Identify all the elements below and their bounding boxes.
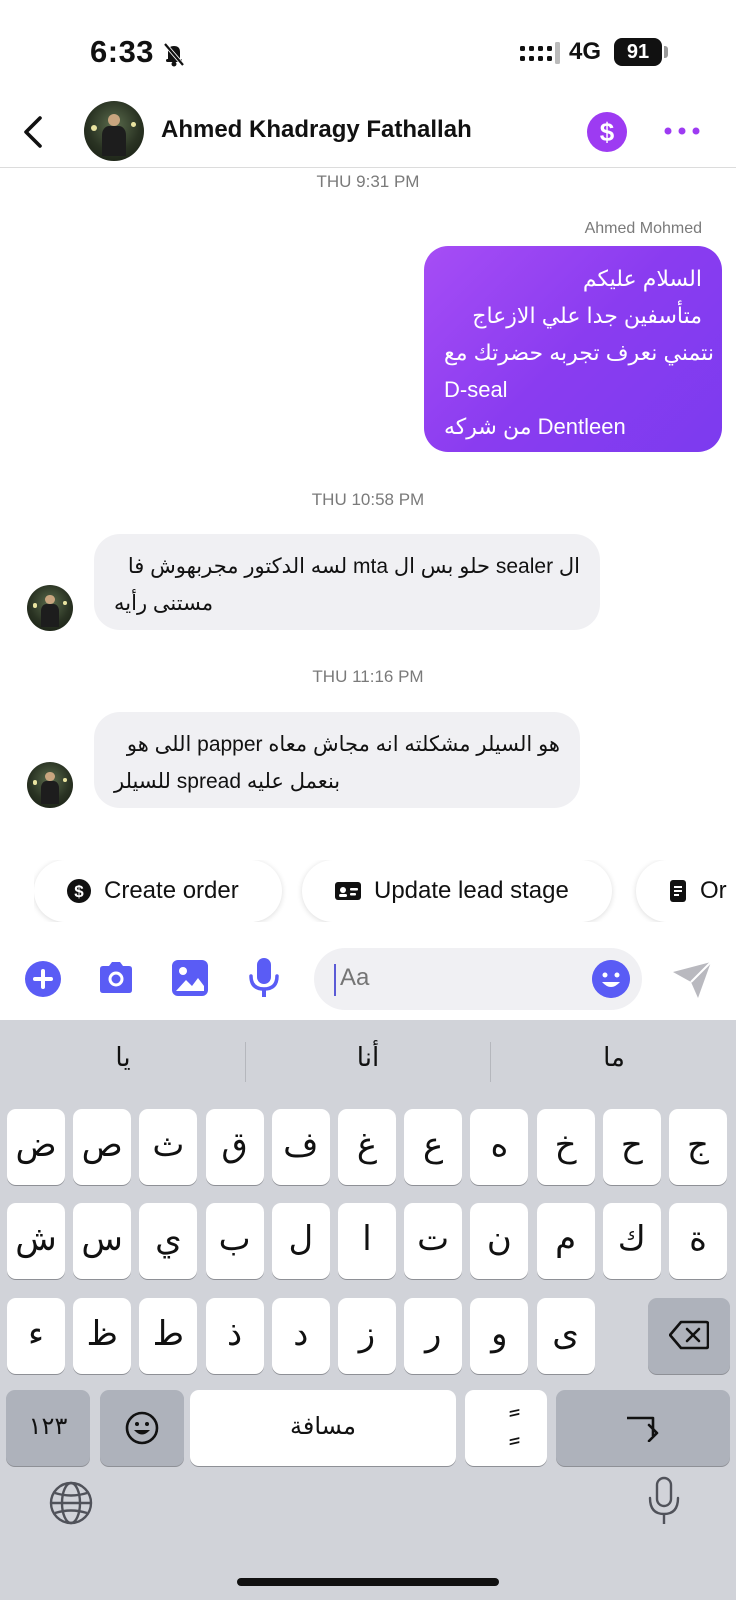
update-lead-stage-chip[interactable]: Update lead stage [302, 860, 612, 922]
message-composer [0, 940, 736, 1020]
message-line: Dentleen من شركه [444, 414, 626, 439]
outgoing-message-bubble[interactable]: السلام عليكم متأسفين جدا علي الازعاج نتم… [424, 246, 722, 452]
letter-key[interactable]: ز [338, 1298, 396, 1374]
dictation-mic-icon[interactable] [646, 1476, 682, 1528]
backspace-key[interactable] [648, 1298, 730, 1374]
letter-key[interactable]: ء [7, 1298, 65, 1374]
backspace-icon [668, 1320, 710, 1350]
letter-key[interactable]: ب [205, 1203, 264, 1279]
camera-icon[interactable] [96, 960, 136, 996]
document-icon [670, 880, 686, 902]
status-bar: 6:33 4G 91 [0, 0, 736, 100]
letter-key[interactable]: ت [404, 1203, 463, 1279]
message-line: ال sealer حلو بس ال mta لسه الدكتور مجرب… [127, 555, 580, 578]
dollar-circle-icon: $ [67, 879, 91, 903]
send-icon[interactable] [670, 958, 714, 1000]
letter-key[interactable]: ن [470, 1203, 529, 1279]
return-key[interactable] [556, 1390, 730, 1466]
diacritic-key[interactable]: ًٍ [465, 1390, 547, 1466]
message-input[interactable] [340, 964, 570, 992]
message-line: متأسفين جدا علي الازعاج [472, 303, 702, 328]
chip-label: Update lead stage [374, 877, 569, 904]
message-timestamp: THU 9:31 PM [316, 172, 420, 191]
chip-label: Create order [104, 877, 239, 904]
battery-tip [664, 46, 668, 58]
letter-key[interactable]: ط [139, 1298, 198, 1374]
letter-key[interactable]: ظ [73, 1298, 132, 1374]
message-timestamp: THU 10:58 PM [311, 490, 425, 509]
plus-icon[interactable] [24, 960, 62, 998]
microphone-icon[interactable] [246, 956, 282, 1000]
contact-name[interactable]: Ahmed Khadragy Fathallah [161, 116, 472, 144]
suggestion-right[interactable]: ما [494, 1042, 734, 1073]
bell-off-icon [163, 42, 185, 67]
letter-key[interactable]: ى [536, 1298, 595, 1374]
sender-name: Ahmed Mohmed [584, 220, 702, 237]
message-line: بنعمل عليه spread للسيلر [114, 770, 341, 793]
sender-avatar[interactable] [27, 762, 73, 808]
suggestion-middle[interactable]: أنا [248, 1042, 488, 1073]
letter-key[interactable]: ر [404, 1298, 463, 1374]
message-line: هو السيلر مشكلته انه مجاش معاه papper ال… [126, 733, 560, 756]
letter-key[interactable]: ف [271, 1109, 330, 1185]
letter-key[interactable]: ة [669, 1203, 727, 1279]
globe-icon[interactable] [48, 1480, 94, 1526]
letter-key[interactable]: و [470, 1298, 529, 1374]
letter-key[interactable]: ا [338, 1203, 396, 1279]
svg-text:$: $ [74, 882, 84, 901]
letter-key[interactable]: ج [669, 1109, 727, 1185]
home-indicator [237, 1578, 499, 1586]
letter-key[interactable]: ذ [205, 1298, 264, 1374]
letter-key[interactable]: ل [271, 1203, 330, 1279]
chat-header: Ahmed Khadragy Fathallah $ [0, 100, 736, 168]
image-gallery-icon[interactable] [170, 958, 210, 998]
letter-key[interactable]: د [271, 1298, 330, 1374]
letter-key[interactable]: خ [536, 1109, 595, 1185]
letter-key[interactable]: ض [7, 1109, 65, 1185]
space-key[interactable]: مسافة [190, 1390, 456, 1466]
third-action-chip[interactable]: Or [636, 860, 736, 922]
more-options-icon[interactable] [662, 116, 702, 146]
letter-key[interactable]: ع [404, 1109, 463, 1185]
letter-key[interactable]: ه [470, 1109, 529, 1185]
letter-key[interactable]: ش [7, 1203, 65, 1279]
status-time: 6:33 [90, 34, 155, 69]
emoji-icon[interactable] [592, 960, 630, 998]
keyboard: يا أنا ما ضصثقفغعهخحج شسيبلاتنمكة ءظطذدز… [0, 1020, 736, 1600]
emoji-keyboard-icon [125, 1411, 159, 1445]
letter-key[interactable]: ص [73, 1109, 132, 1185]
quick-actions-bar: $ Create order Update lead stage Or [34, 860, 736, 922]
message-line: D-seal [444, 377, 508, 402]
network-type: 4G [569, 38, 602, 65]
letter-key[interactable]: ح [602, 1109, 661, 1185]
suggestion-left[interactable]: يا [3, 1042, 243, 1073]
numbers-key[interactable]: ١٢٣ [6, 1390, 90, 1466]
message-line: نتمني نعرف تجربه حضرتك مع [444, 340, 714, 365]
create-order-chip[interactable]: $ Create order [34, 860, 282, 922]
payment-button[interactable]: $ [587, 112, 627, 152]
return-arrow-icon [627, 1416, 659, 1443]
letter-key[interactable]: ث [139, 1109, 198, 1185]
emoji-keyboard-key[interactable] [100, 1390, 184, 1466]
message-line: مستنى رأيه [114, 592, 214, 615]
letter-key[interactable]: ق [205, 1109, 264, 1185]
battery-indicator: 91 [614, 38, 662, 66]
letter-key[interactable]: غ [338, 1109, 396, 1185]
text-cursor [334, 964, 336, 996]
id-card-icon [335, 882, 361, 900]
back-arrow-icon[interactable] [18, 112, 48, 152]
letter-key[interactable]: ي [139, 1203, 198, 1279]
incoming-message-bubble[interactable]: هو السيلر مشكلته انه مجاش معاه papper ال… [94, 712, 580, 808]
message-timestamp: THU 11:16 PM [312, 667, 424, 686]
chip-label: Or [700, 877, 727, 904]
message-input-container[interactable] [314, 948, 642, 1010]
sender-avatar[interactable] [27, 585, 73, 631]
letter-key[interactable]: ك [602, 1203, 661, 1279]
letter-key[interactable]: م [536, 1203, 595, 1279]
incoming-message-bubble[interactable]: ال sealer حلو بس ال mta لسه الدكتور مجرب… [94, 534, 600, 630]
contact-avatar[interactable] [84, 101, 144, 161]
letter-key[interactable]: س [73, 1203, 132, 1279]
message-line: السلام عليكم [582, 266, 702, 291]
signal-icon [520, 42, 560, 64]
